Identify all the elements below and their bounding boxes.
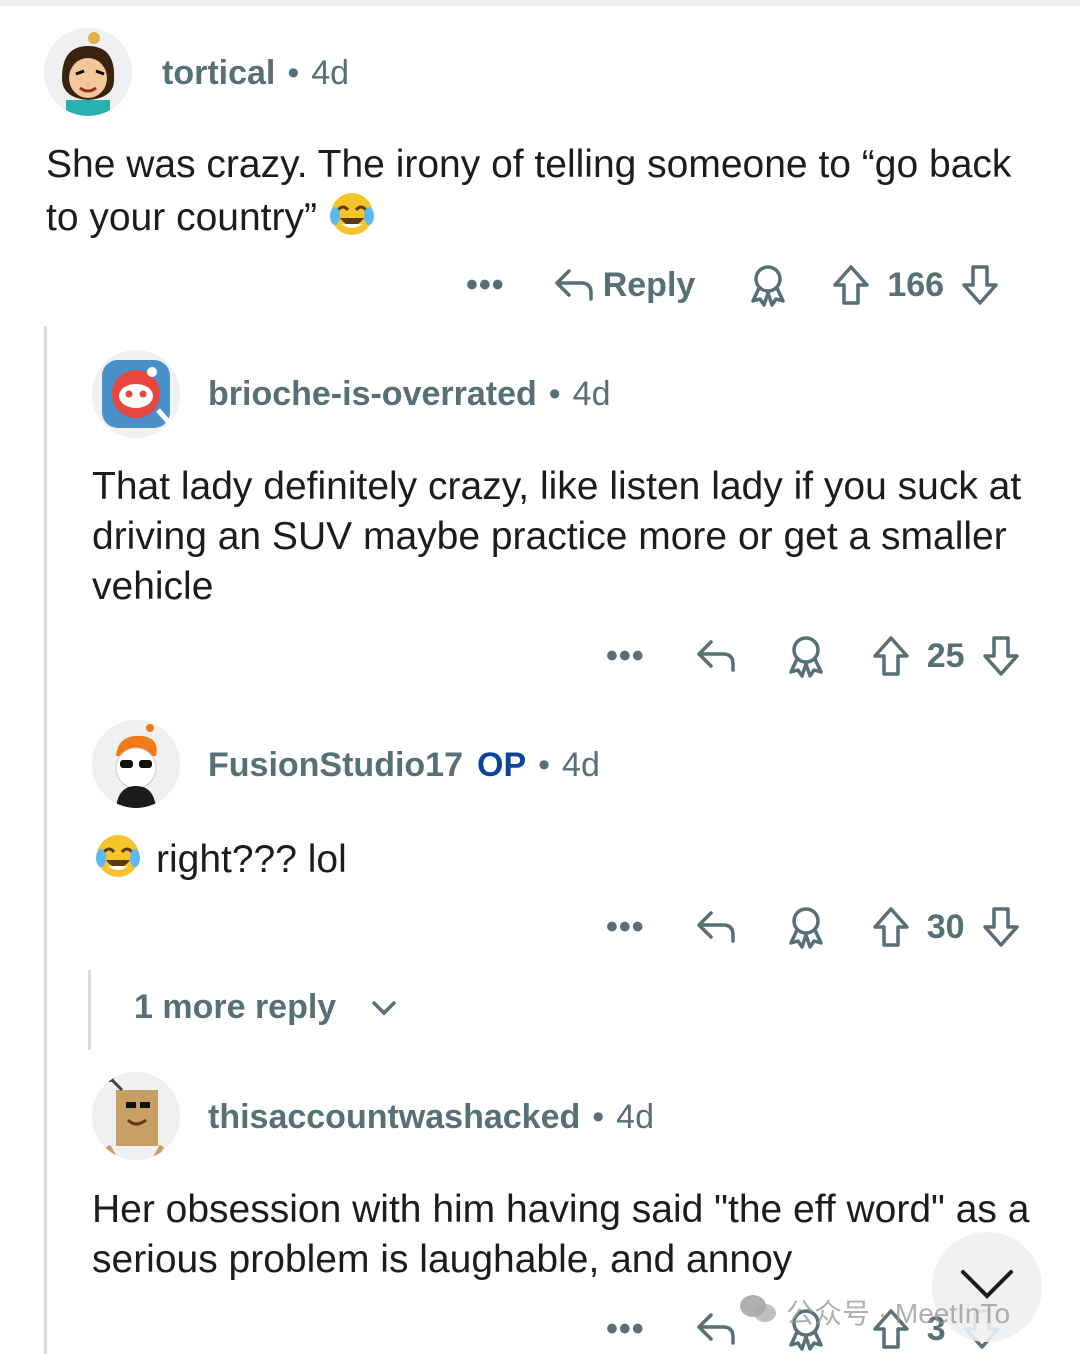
comment-body: She was crazy. The irony of telling some… [46, 140, 1036, 243]
comment-text: right??? lol [156, 838, 347, 881]
award-icon[interactable] [747, 263, 789, 307]
reply-icon[interactable] [695, 907, 737, 947]
laughing-crying-emoji-icon [94, 832, 142, 880]
comment-age: 4d [616, 1098, 654, 1136]
reply-button[interactable]: Reply [553, 265, 696, 305]
comment-body: right??? lol [94, 832, 994, 885]
top-divider [0, 0, 1080, 6]
comment-actions: ••• Reply 166 [466, 260, 1000, 310]
upvote-icon[interactable] [831, 263, 871, 307]
wechat-icon [738, 1293, 778, 1332]
award-icon[interactable] [785, 905, 827, 949]
comment-meta: brioche-is-overrated • 4d [208, 375, 611, 414]
username[interactable]: tortical [162, 54, 275, 92]
watermark-text: 公众号 · MeetInTo [786, 1298, 1011, 1329]
more-replies-button[interactable]: 1 more reply [134, 988, 398, 1027]
comment-text: That lady definitely crazy, like listen … [92, 465, 1022, 608]
reply-icon[interactable] [695, 636, 737, 676]
downvote-icon[interactable] [960, 263, 1000, 307]
vote-count: 166 [887, 265, 945, 304]
reply-icon[interactable] [695, 1309, 737, 1349]
avatar[interactable] [92, 1072, 180, 1160]
downvote-icon[interactable] [981, 905, 1021, 949]
vote-count: 30 [926, 907, 965, 946]
username[interactable]: brioche-is-overrated [208, 375, 537, 413]
comment-meta: thisaccountwashacked • 4d [208, 1098, 654, 1137]
comment-text: She was crazy. The irony of telling some… [46, 143, 1012, 239]
comment-text: Her obsession with him having said "the … [92, 1188, 1030, 1281]
more-replies-label: 1 more reply [134, 988, 337, 1026]
comment-body: Her obsession with him having said "the … [92, 1185, 1052, 1285]
downvote-icon[interactable] [981, 634, 1021, 678]
comment-actions: ••• 30 [606, 902, 1021, 952]
reply-label: Reply [602, 265, 696, 304]
upvote-icon[interactable] [871, 634, 911, 678]
award-icon[interactable] [785, 634, 827, 678]
more-options-button[interactable]: ••• [606, 639, 645, 673]
vote-count: 25 [926, 636, 965, 675]
avatar[interactable] [92, 720, 180, 808]
thread-line-nested[interactable] [88, 970, 91, 1050]
username[interactable]: thisaccountwashacked [208, 1098, 580, 1136]
separator: • [287, 54, 300, 92]
separator: • [538, 746, 551, 784]
comment-body: That lady definitely crazy, like listen … [92, 462, 1032, 612]
thread-line-root[interactable] [44, 326, 47, 1354]
more-options-button[interactable]: ••• [466, 268, 505, 302]
username[interactable]: FusionStudio17 [208, 746, 463, 784]
upvote-icon[interactable] [871, 905, 911, 949]
comment-meta: tortical • 4d [162, 54, 349, 93]
watermark: 公众号 · MeetInTo [738, 1292, 1010, 1332]
avatar[interactable] [92, 350, 180, 438]
comment-age: 4d [311, 54, 350, 92]
comment-actions: ••• 25 [606, 631, 1021, 681]
separator: • [548, 375, 561, 413]
separator: • [592, 1098, 605, 1136]
reply-icon [553, 265, 595, 305]
more-options-button[interactable]: ••• [606, 1312, 645, 1346]
comment-age: 4d [572, 375, 611, 413]
laughing-crying-emoji-icon [328, 190, 376, 238]
more-options-button[interactable]: ••• [606, 910, 645, 944]
op-badge: OP [477, 746, 527, 784]
comment-meta: FusionStudio17 OP • 4d [208, 746, 600, 785]
chevron-down-icon [370, 988, 398, 1027]
avatar[interactable] [44, 28, 132, 116]
comment-age: 4d [562, 746, 600, 784]
